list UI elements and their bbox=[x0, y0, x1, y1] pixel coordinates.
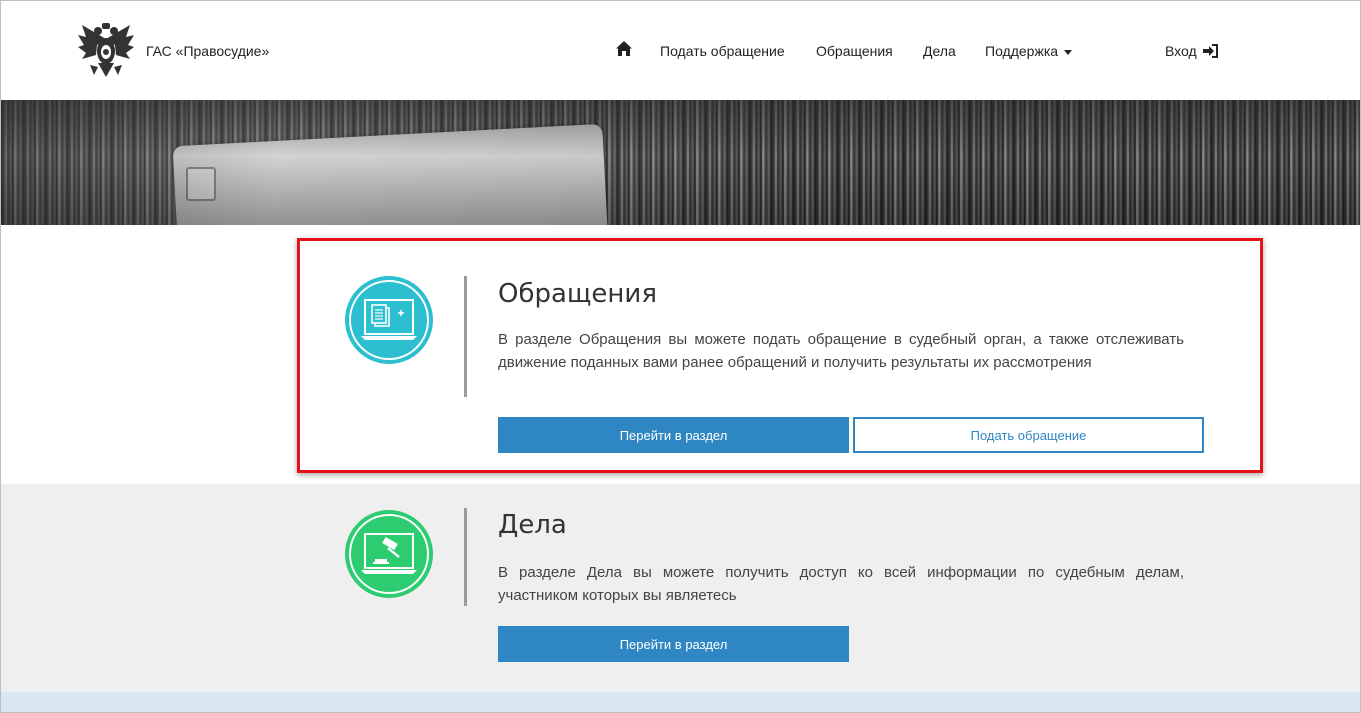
coat-of-arms-logo[interactable] bbox=[76, 19, 136, 81]
nav-support-label: Поддержка bbox=[985, 43, 1059, 59]
cases-title: Дела bbox=[498, 510, 567, 540]
cases-divider bbox=[464, 508, 467, 606]
hero-overlay bbox=[1, 100, 1360, 225]
caret-down-icon bbox=[1064, 49, 1073, 55]
nav-login[interactable]: Вход bbox=[1165, 43, 1219, 61]
cases-circle bbox=[345, 510, 433, 598]
cases-go-button[interactable]: Перейти в раздел bbox=[498, 626, 849, 662]
nav-appeals[interactable]: Обращения bbox=[816, 43, 893, 59]
hero-banner bbox=[1, 100, 1360, 225]
nav-login-label: Вход bbox=[1165, 43, 1197, 59]
nav-support-dropdown[interactable]: Поддержка bbox=[985, 43, 1073, 59]
gavel-icon bbox=[361, 532, 417, 581]
highlight-box bbox=[297, 238, 1263, 473]
cases-description: В разделе Дела вы можете получить доступ… bbox=[498, 564, 1184, 604]
nav-submit-appeal[interactable]: Подать обращение bbox=[660, 43, 785, 59]
footer-strip bbox=[1, 692, 1360, 712]
home-icon[interactable] bbox=[615, 40, 633, 58]
sign-in-icon bbox=[1202, 44, 1219, 61]
nav-cases[interactable]: Дела bbox=[923, 43, 956, 59]
site-header: ГАС «Правосудие» Подать обращение Обраще… bbox=[1, 1, 1360, 100]
site-brand[interactable]: ГАС «Правосудие» bbox=[146, 43, 269, 59]
